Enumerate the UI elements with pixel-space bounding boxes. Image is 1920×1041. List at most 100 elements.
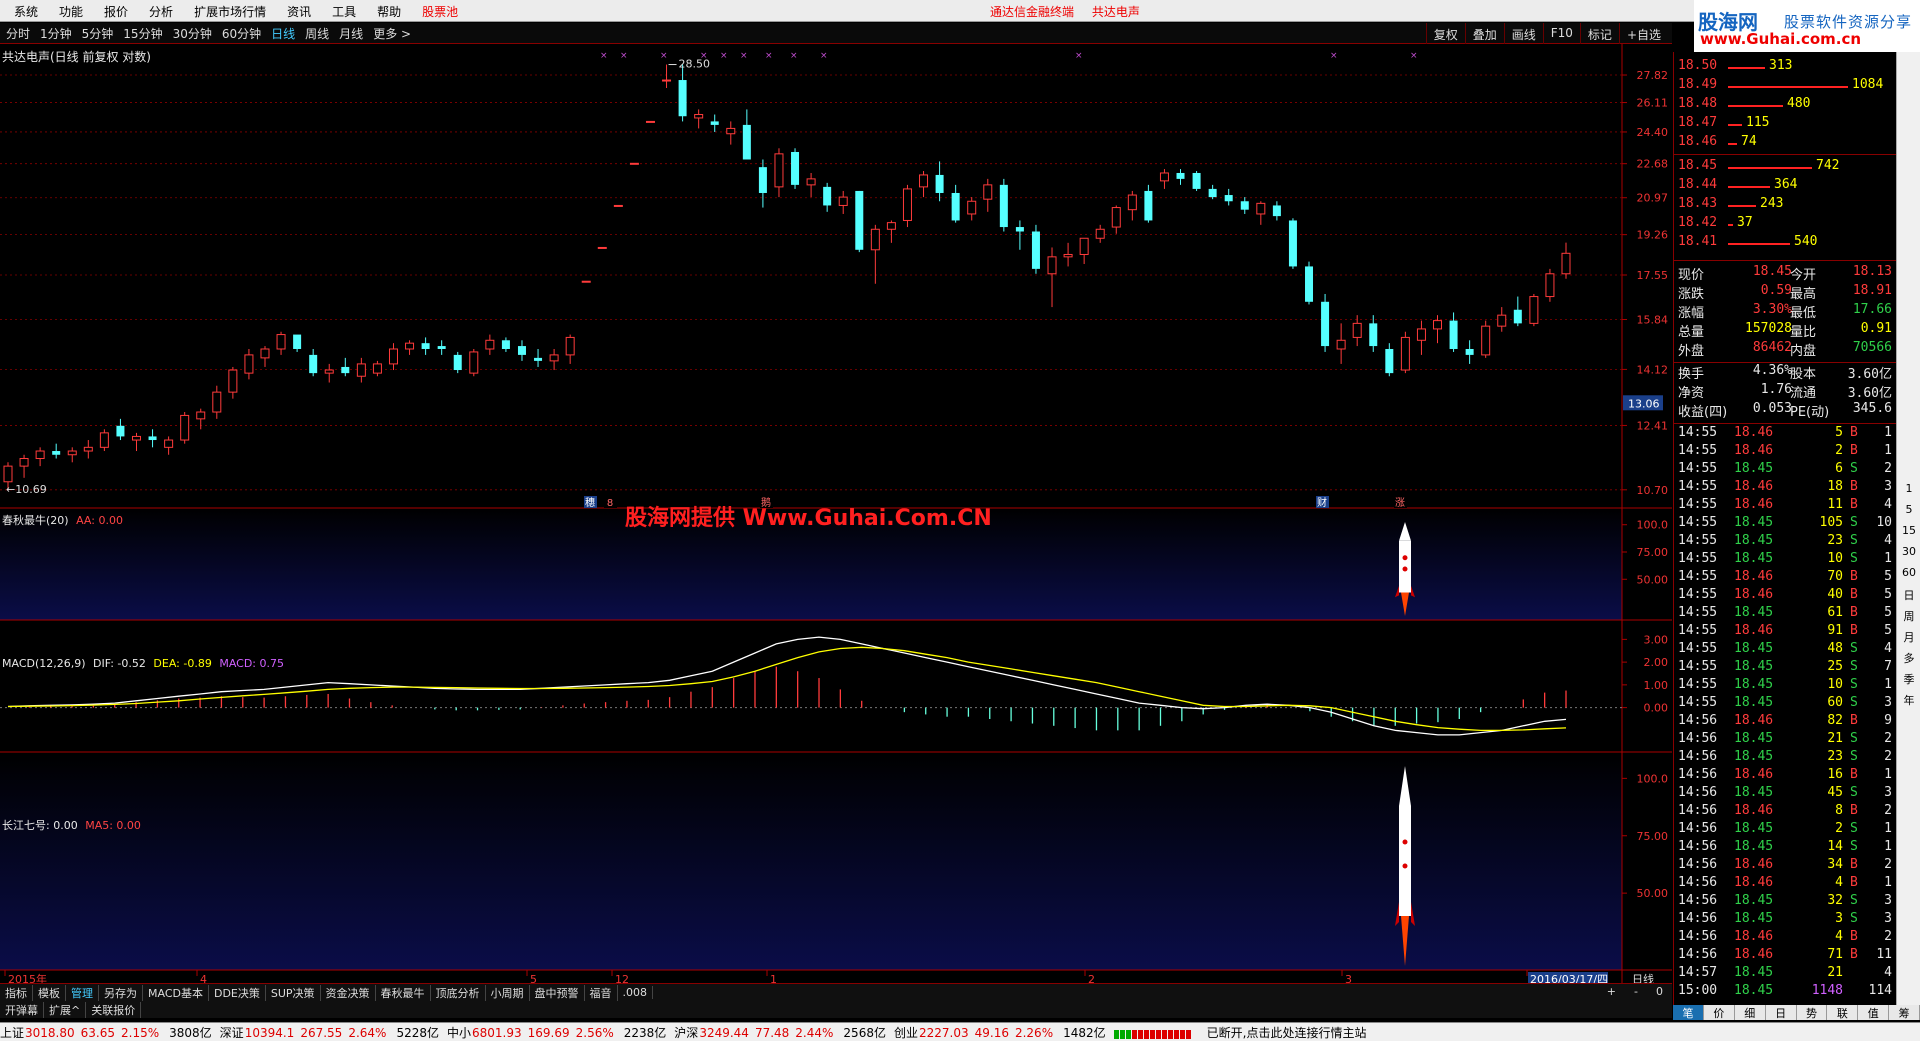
period-tab-0[interactable]: 分时 [0,25,34,42]
candle[interactable] [148,429,157,448]
extra-tab-1[interactable]: 扩展^ [44,1001,87,1018]
panel-tab-6[interactable]: 值 [1858,1005,1890,1020]
candle[interactable] [565,334,575,364]
menu-item-8[interactable]: 股票池 [408,3,465,20]
candle[interactable] [534,348,543,367]
candle[interactable] [758,159,767,208]
period-shortcut-4[interactable]: 60 [1899,566,1919,583]
candle[interactable] [1369,315,1378,352]
candle[interactable] [67,447,77,463]
candle[interactable] [581,280,591,283]
candle[interactable] [421,337,430,355]
menu-item-7[interactable]: 帮助 [363,3,408,20]
menu-item-6[interactable]: 工具 [318,3,363,20]
candle[interactable] [180,412,190,444]
candle[interactable] [1305,261,1314,305]
candle[interactable] [967,197,977,221]
chart-button-2[interactable]: 画线 [1503,23,1543,44]
candle[interactable] [453,351,462,374]
candle[interactable] [212,385,222,419]
index-quote-2[interactable]: 中小6801.93 169.69 2.56% 2238亿 [447,1024,666,1041]
candle[interactable] [1208,184,1217,200]
period-shortcut-8[interactable]: 多 [1899,650,1919,667]
indicator-tab-4[interactable]: MACD基本 [143,984,209,1001]
period-tab-5[interactable]: 60分钟 [216,25,265,42]
candle[interactable] [1063,242,1073,267]
connection-status[interactable]: 已断开,点击此处连接行情主站 [1207,1024,1367,1041]
candle[interactable] [1545,268,1555,302]
event-marker[interactable]: 穗 [585,496,595,509]
candle[interactable] [244,348,254,380]
candle[interactable] [902,184,912,228]
candle[interactable] [517,340,526,361]
candle[interactable] [935,161,944,202]
candle[interactable] [1015,220,1024,250]
indicator-tab-8[interactable]: 春秋最牛 [376,984,431,1001]
panel-tab-7[interactable]: 筹 [1889,1005,1920,1020]
candle[interactable] [1416,320,1426,355]
candle[interactable] [870,224,880,284]
candle[interactable] [260,346,270,367]
chart-button-4[interactable]: 标记 [1579,23,1619,44]
period-tab-2[interactable]: 5分钟 [76,25,118,42]
event-marker[interactable]: 财 [1317,496,1327,509]
candle[interactable] [1256,201,1266,225]
candle[interactable] [293,334,302,352]
candle[interactable] [1079,237,1089,265]
candle[interactable] [999,178,1008,232]
candle[interactable] [549,348,559,371]
panel-tab-1[interactable]: 价 [1704,1005,1735,1020]
period-tab-9[interactable]: 更多 > [367,25,415,42]
candle[interactable] [1127,190,1137,221]
candle[interactable] [356,357,366,383]
period-shortcut-6[interactable]: 周 [1899,608,1919,625]
panel-tab-3[interactable]: 日 [1766,1005,1797,1020]
candle[interactable] [1529,293,1539,327]
candle[interactable] [1465,340,1474,364]
period-shortcut-9[interactable]: 季 [1899,671,1919,688]
menu-item-3[interactable]: 分析 [135,3,180,20]
candle[interactable] [613,204,623,207]
candle[interactable] [1144,184,1153,223]
period-tab-8[interactable]: 月线 [333,25,367,42]
menu-item-0[interactable]: 系统 [0,3,45,20]
candle[interactable] [791,148,800,189]
candle[interactable] [372,360,382,377]
candle[interactable] [823,182,832,212]
candle[interactable] [951,184,960,223]
candle[interactable] [1321,293,1330,352]
candle[interactable] [855,190,864,253]
chart-button-0[interactable]: 复权 [1425,23,1465,44]
period-shortcut-0[interactable]: 1 [1899,482,1919,499]
candle[interactable] [1400,331,1410,374]
candle[interactable] [1159,169,1169,189]
period-tab-7[interactable]: 周线 [299,25,333,42]
candle[interactable] [1561,242,1571,279]
candle[interactable] [726,121,736,145]
candle[interactable] [983,178,993,212]
indicator-tab-9[interactable]: 顶底分析 [431,984,486,1001]
period-tab-6[interactable]: 日线 [265,25,299,42]
candle[interactable] [1176,169,1185,185]
candle[interactable] [1385,343,1394,377]
indicator-tab-1[interactable]: 模板 [33,984,66,1001]
candle[interactable] [19,454,29,478]
candle[interactable] [1513,296,1522,327]
candle[interactable] [1481,320,1491,358]
event-marker[interactable]: 涨 [1395,497,1405,509]
candle[interactable] [228,366,238,399]
candle[interactable] [1192,171,1201,191]
candle[interactable] [52,443,61,459]
indicator-tab-5[interactable]: DDE决策 [209,984,266,1001]
zoom-button-1[interactable]: - [1629,985,1643,998]
candle[interactable] [341,357,350,377]
candle[interactable] [694,109,704,129]
panel-tab-2[interactable]: 细 [1735,1005,1766,1020]
candle[interactable] [1497,307,1507,332]
candle[interactable] [919,171,929,198]
candle[interactable] [501,337,510,352]
index-quote-0[interactable]: 上证3018.80 63.65 2.15% 3808亿 [0,1024,212,1041]
indicator-tab-7[interactable]: 资金决策 [321,984,376,1001]
candle[interactable] [309,348,318,377]
candle[interactable] [405,340,415,355]
